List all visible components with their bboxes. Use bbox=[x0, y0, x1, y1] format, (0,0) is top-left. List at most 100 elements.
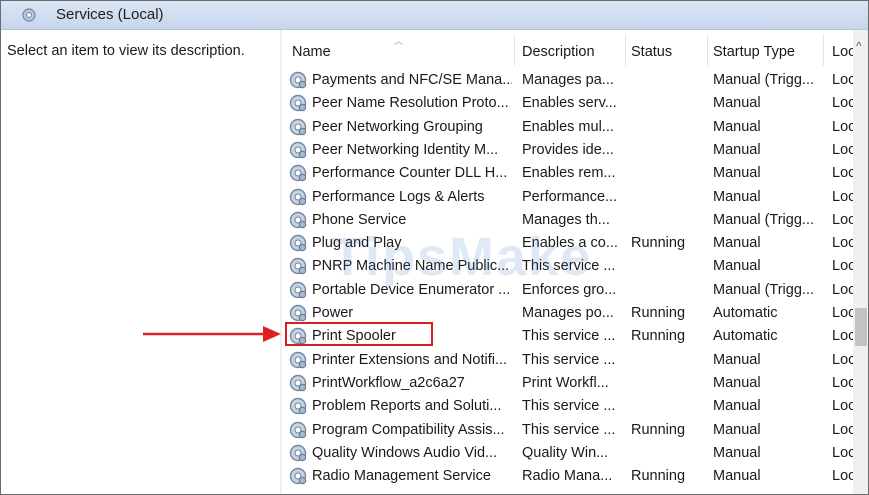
services-window: Services (Local) Select an item to view … bbox=[0, 0, 869, 495]
service-name: Problem Reports and Soluti... bbox=[312, 398, 502, 415]
service-row[interactable]: Peer Networking Grouping Enables mul... Ma… bbox=[282, 115, 853, 138]
service-name: Peer Networking Identity M... bbox=[312, 141, 499, 158]
service-startup-type: Manual bbox=[713, 421, 761, 438]
service-log-on-as: Loc bbox=[832, 374, 853, 391]
service-name: Power bbox=[312, 305, 354, 321]
service-row[interactable]: Problem Reports and Soluti... This servic… bbox=[282, 394, 853, 417]
service-log-on-as: Loc bbox=[832, 444, 853, 461]
scroll-up-icon[interactable]: ^ bbox=[856, 39, 862, 53]
column-name[interactable]: Name bbox=[292, 44, 331, 60]
service-gear-icon bbox=[288, 443, 308, 463]
column-status[interactable]: Status bbox=[631, 44, 672, 60]
service-row[interactable]: Plug and Play Enables a co... Running Manua… bbox=[282, 231, 853, 254]
scroll-thumb[interactable] bbox=[855, 308, 867, 346]
column-description[interactable]: Description bbox=[522, 44, 595, 60]
service-log-on-as: Loc bbox=[832, 328, 853, 345]
service-description: This service ... bbox=[522, 258, 616, 275]
service-name: Printer Extensions and Notifi... bbox=[312, 351, 508, 368]
service-row[interactable]: Peer Networking Identity M... Provides id… bbox=[282, 138, 853, 161]
service-startup-type: Manual bbox=[713, 468, 761, 485]
service-gear-icon bbox=[288, 396, 308, 416]
service-gear-icon bbox=[288, 373, 308, 393]
service-log-on-as: Loc bbox=[832, 235, 853, 252]
service-description: Performance... bbox=[522, 188, 618, 205]
service-row[interactable]: Printer Extensions and Notifi... This ser… bbox=[282, 348, 853, 371]
service-row[interactable]: Quality Windows Audio Vid... Quality Win.… bbox=[282, 441, 853, 464]
service-startup-type: Manual bbox=[713, 95, 761, 112]
service-gear-icon bbox=[288, 466, 308, 486]
column-startup-type[interactable]: Startup Type bbox=[713, 44, 795, 60]
service-log-on-as: Loc bbox=[832, 188, 853, 205]
service-description: Manages po... bbox=[522, 305, 614, 321]
title-bar: Services (Local) bbox=[1, 1, 868, 30]
red-arrow-icon bbox=[143, 326, 281, 342]
service-gear-icon bbox=[288, 70, 308, 90]
column-separator[interactable] bbox=[823, 34, 824, 66]
service-log-on-as: Loc bbox=[832, 118, 853, 135]
service-description: Quality Win... bbox=[522, 444, 609, 461]
service-row[interactable]: Program Compatibility Assis... This servi… bbox=[282, 418, 853, 441]
service-name: PrintWorkflow_a2c6a27 bbox=[312, 374, 465, 391]
service-name: Peer Networking Grouping bbox=[312, 118, 483, 135]
service-startup-type: Manual bbox=[713, 258, 761, 275]
service-log-on-as: Loc bbox=[832, 95, 853, 112]
service-gear-icon bbox=[288, 280, 308, 300]
description-pane: Select an item to view its description. bbox=[1, 30, 280, 494]
service-description: This service ... bbox=[522, 351, 616, 368]
service-row[interactable]: Phone Service Manages th... Manual (Trigg.… bbox=[282, 208, 853, 231]
service-row[interactable]: Portable Device Enumerator ... Enforces g… bbox=[282, 278, 853, 301]
service-row[interactable]: Performance Logs & Alerts Performance... M… bbox=[282, 185, 853, 208]
service-row[interactable]: Performance Counter DLL H... Enables rem.… bbox=[282, 161, 853, 184]
gear-icon bbox=[22, 8, 36, 22]
service-startup-type: Automatic bbox=[713, 328, 778, 345]
window-title: Services (Local) bbox=[56, 6, 164, 23]
service-description: Enables serv... bbox=[522, 95, 617, 112]
service-startup-type: Manual (Trigg... bbox=[713, 72, 814, 88]
services-list: ︿ Name Description Status Startup Type L… bbox=[282, 30, 853, 494]
service-startup-type: Manual bbox=[713, 188, 761, 205]
service-gear-icon bbox=[288, 187, 308, 207]
service-name: Portable Device Enumerator ... bbox=[312, 281, 511, 298]
service-log-on-as: Loc bbox=[832, 141, 853, 158]
service-row[interactable]: Payments and NFC/SE Mana... Manages pa...… bbox=[282, 68, 853, 91]
column-separator[interactable] bbox=[707, 34, 708, 66]
service-description: Enables mul... bbox=[522, 118, 614, 135]
service-name: Quality Windows Audio Vid... bbox=[312, 444, 498, 461]
service-row[interactable]: Power Manages po... Running Automatic Loc bbox=[282, 301, 853, 324]
service-row[interactable]: PNRP Machine Name Public... This service … bbox=[282, 254, 853, 277]
service-description: Enforces gro... bbox=[522, 281, 617, 298]
service-gear-icon bbox=[288, 233, 308, 253]
service-name: Radio Management Service bbox=[312, 468, 491, 485]
highlight-box bbox=[285, 322, 433, 346]
service-log-on-as: Loc bbox=[832, 421, 853, 438]
sort-caret-icon: ︿ bbox=[394, 36, 404, 46]
service-description: Provides ide... bbox=[522, 141, 614, 158]
service-log-on-as: Loc bbox=[832, 351, 853, 368]
service-name: Phone Service bbox=[312, 211, 407, 228]
service-name: Performance Counter DLL H... bbox=[312, 165, 508, 182]
service-startup-type: Manual bbox=[713, 235, 761, 252]
vertical-scrollbar[interactable] bbox=[853, 30, 868, 494]
service-row[interactable]: Radio Management Service Radio Mana... Run… bbox=[282, 464, 853, 487]
service-startup-type: Manual bbox=[713, 165, 761, 182]
column-separator[interactable] bbox=[514, 34, 515, 66]
service-description: Enables a co... bbox=[522, 235, 618, 252]
service-log-on-as: Loc bbox=[832, 468, 853, 485]
service-row[interactable]: PrintWorkflow_a2c6a27 Print Workfl... Manu… bbox=[282, 371, 853, 394]
service-log-on-as: Loc bbox=[832, 165, 853, 182]
service-gear-icon bbox=[288, 140, 308, 160]
column-separator[interactable] bbox=[625, 34, 626, 66]
service-gear-icon bbox=[288, 420, 308, 440]
service-description: Manages th... bbox=[522, 211, 610, 228]
service-description: This service ... bbox=[522, 328, 616, 345]
service-log-on-as: Loc bbox=[832, 305, 853, 321]
service-status: Running bbox=[631, 235, 686, 252]
column-header: ︿ Name Description Status Startup Type L… bbox=[282, 30, 853, 68]
service-row[interactable]: Peer Name Resolution Proto... Enables ser… bbox=[282, 91, 853, 114]
service-description: Print Workfl... bbox=[522, 374, 609, 391]
column-log-on-as[interactable]: Loc bbox=[832, 44, 853, 60]
service-description: This service ... bbox=[522, 421, 616, 438]
service-log-on-as: Loc bbox=[832, 211, 853, 228]
service-log-on-as: Loc bbox=[832, 281, 853, 298]
service-description: Radio Mana... bbox=[522, 468, 613, 485]
